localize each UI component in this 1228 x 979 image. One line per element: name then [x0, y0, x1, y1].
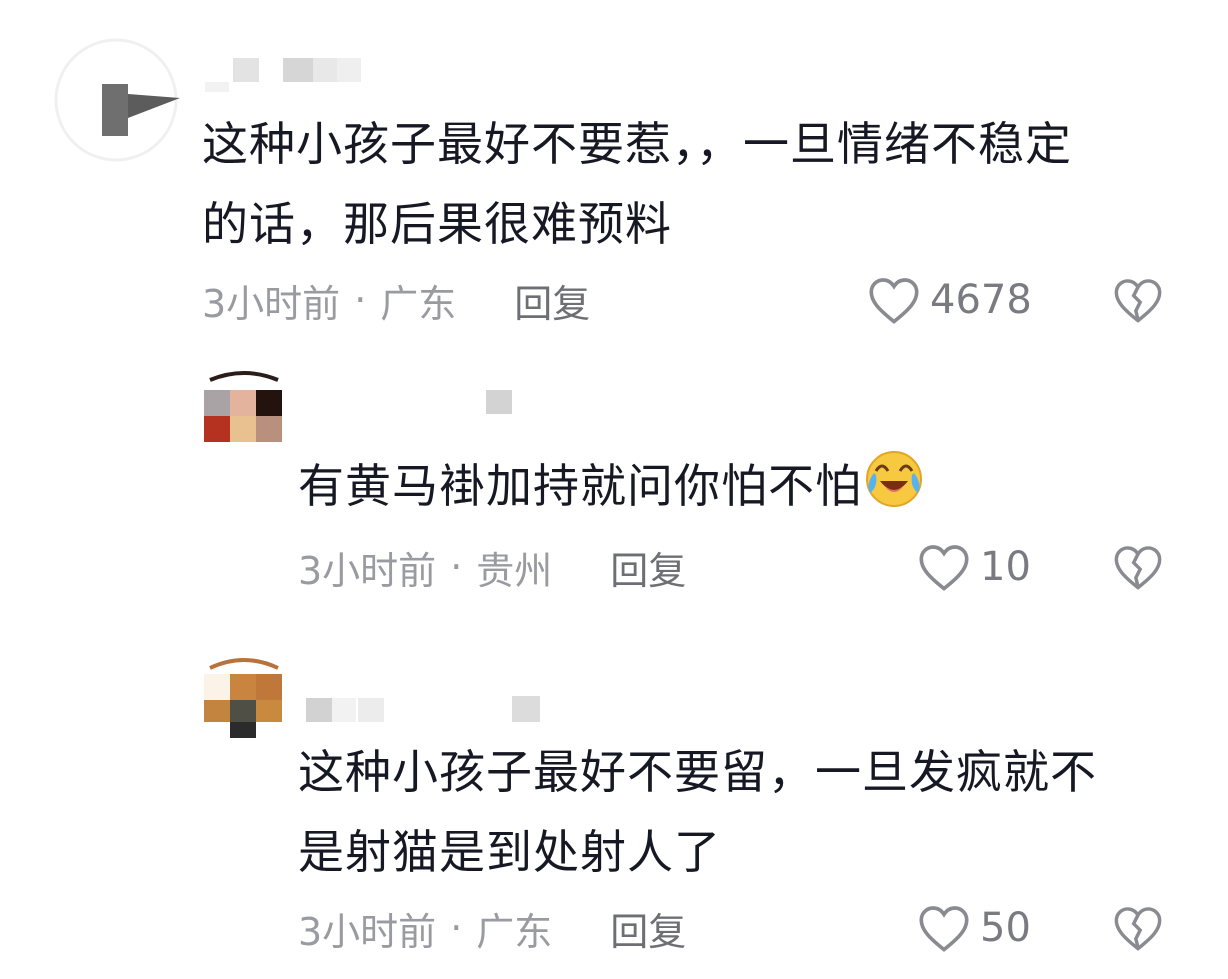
heart-outline-icon — [919, 906, 969, 952]
avatar[interactable] — [204, 656, 284, 740]
broken-heart-icon — [1114, 279, 1162, 323]
meta-separator: · — [354, 278, 367, 322]
comment-location: 广东 — [476, 909, 553, 954]
like-button[interactable]: 10 — [916, 537, 1031, 597]
dislike-button[interactable] — [1112, 537, 1164, 597]
dislike-button[interactable] — [1112, 270, 1164, 330]
meta-separator: · — [450, 906, 463, 950]
like-button[interactable]: 4678 — [866, 270, 1032, 330]
comment-meta: 3小时前 · 贵州 回复 — [298, 537, 686, 597]
username-blurred[interactable] — [205, 56, 365, 96]
comment-meta: 3小时前 · 广东 回复 — [298, 898, 686, 958]
comment-text: 这种小孩子最好不要惹，，一旦情绪不稳定 的话，那后果很难预料 — [202, 104, 1202, 264]
reply-button[interactable]: 回复 — [514, 273, 590, 328]
comment-text-line: 这种小孩子最好不要惹，，一旦情绪不稳定 — [202, 117, 1072, 171]
like-count: 4678 — [930, 277, 1032, 323]
meta-separator: · — [450, 545, 463, 589]
comment-text-line: 这种小孩子最好不要留，一旦发疯就不 — [298, 745, 1097, 799]
comment-location: 广东 — [380, 281, 457, 326]
crying-laughing-emoji-icon — [864, 449, 924, 531]
comment-text-line: 是射猫是到处射人了 — [298, 825, 721, 879]
broken-heart-icon — [1114, 546, 1162, 590]
username-blurred[interactable] — [306, 696, 546, 726]
username-blurred[interactable] — [486, 390, 516, 420]
comment-time: 3小时前 — [298, 909, 437, 954]
avatar[interactable] — [204, 370, 284, 442]
comment-meta: 3小时前 · 广东 回复 — [202, 270, 590, 330]
reply-button[interactable]: 回复 — [610, 540, 686, 595]
comment-location: 贵州 — [476, 548, 553, 593]
comment-text-line: 有黄马褂加持就问你怕不怕 — [298, 459, 862, 513]
like-count: 50 — [980, 905, 1031, 951]
comment-text: 这种小孩子最好不要留，一旦发疯就不 是射猫是到处射人了 — [298, 732, 1198, 892]
heart-outline-icon — [869, 278, 919, 324]
heart-outline-icon — [919, 545, 969, 591]
like-count: 10 — [980, 544, 1031, 590]
dislike-button[interactable] — [1112, 898, 1164, 958]
comment-time: 3小时前 — [298, 548, 437, 593]
broken-heart-icon — [1114, 907, 1162, 951]
comment-text-line: 的话，那后果很难预料 — [202, 197, 672, 251]
comment-time: 3小时前 — [202, 281, 341, 326]
comment-text: 有黄马褂加持就问你怕不怕 — [298, 446, 1198, 531]
reply-button[interactable]: 回复 — [610, 901, 686, 956]
avatar[interactable] — [52, 36, 180, 164]
like-button[interactable]: 50 — [916, 898, 1031, 958]
